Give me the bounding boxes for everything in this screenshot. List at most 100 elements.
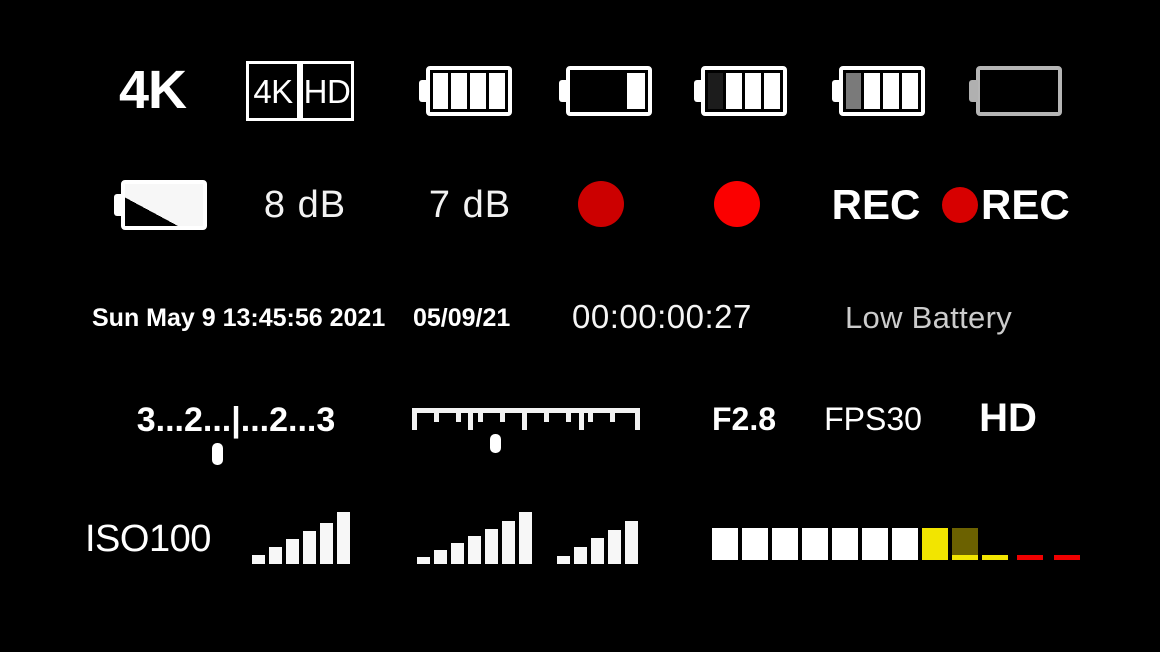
signal-bar	[591, 538, 604, 564]
battery-terminal	[968, 80, 978, 102]
battery-full-icon[interactable]	[415, 64, 515, 118]
battery-empty-icon[interactable]	[965, 64, 1065, 118]
boxed-badge-hd[interactable]: HD	[300, 61, 354, 121]
boxed-badge-4k[interactable]: 4K	[246, 61, 300, 121]
signal-bar	[303, 531, 316, 564]
record-dot-icon	[942, 187, 978, 223]
4k-hd-boxed-badge[interactable]: 4K HD	[244, 60, 356, 122]
signal-bar	[502, 521, 515, 564]
boxed-badge-hd-label: HD	[303, 72, 351, 110]
gain-8db-label: 8 dB	[263, 183, 347, 226]
signal-bar	[434, 550, 447, 564]
battery-diagonal-wedge	[124, 184, 203, 226]
signal-meter-5[interactable]	[557, 521, 638, 564]
signal-bar	[468, 536, 481, 564]
battery-segment	[901, 73, 918, 109]
focus-ruler[interactable]	[412, 408, 640, 453]
ruler-tick-minor	[456, 408, 461, 422]
rec-label[interactable]: REC	[828, 181, 924, 228]
battery-terminal	[831, 80, 841, 102]
ruler-tick-major	[522, 408, 527, 430]
ruler-tick-major	[579, 408, 584, 430]
battery-diagonal-fill-icon[interactable]	[110, 178, 210, 232]
battery-quarter-graphic	[558, 66, 652, 116]
battery-segment	[883, 73, 899, 109]
signal-bar	[252, 555, 265, 564]
battery-body	[838, 66, 925, 116]
battery-terminal	[418, 80, 428, 102]
hd-badge[interactable]: HD	[966, 393, 1050, 443]
signal-bar	[417, 557, 430, 564]
rec-dot-label[interactable]: REC	[942, 181, 1074, 228]
exposure-scale-wrap: 3...2...|...2...3	[136, 400, 336, 465]
low-battery-warning: Low Battery	[845, 297, 1045, 339]
exposure-scale-text: 3...2...|...2...3	[136, 400, 336, 439]
battery-terminal	[693, 80, 703, 102]
aperture[interactable]: F2.8	[696, 396, 792, 442]
record-dot-bright[interactable]	[714, 181, 760, 227]
signal-bar	[269, 547, 282, 564]
signal-bar	[286, 539, 299, 564]
battery-segment-gray	[845, 73, 862, 109]
rec-label-text: REC	[831, 181, 921, 228]
iso-label-text: ISO100	[85, 517, 211, 560]
low-battery-text: Low Battery	[845, 300, 1012, 335]
ruler-tick-minor	[478, 408, 483, 422]
ruler-tick-minor	[610, 408, 615, 422]
ruler-tick-major	[635, 408, 640, 430]
record-dot-dark-icon	[578, 181, 624, 227]
audio-meter-block	[862, 528, 888, 560]
signal-meter-6[interactable]	[252, 512, 350, 564]
battery-segment	[451, 73, 467, 109]
ruler-marker[interactable]	[490, 434, 501, 453]
battery-empty-graphic	[968, 66, 1062, 116]
signal-bar	[337, 512, 350, 564]
short-date: 05/09/21	[413, 300, 521, 336]
audio-meter-block	[832, 528, 858, 560]
aperture-label: F2.8	[711, 400, 777, 437]
iso-label[interactable]: ISO100	[85, 515, 223, 563]
signal-bar	[451, 543, 464, 564]
4k-badge[interactable]: 4K	[110, 58, 195, 122]
boxed-badge-4k-label: 4K	[253, 72, 293, 110]
battery-gray-first-graphic	[831, 66, 925, 116]
rec-dot-label-text: REC	[981, 181, 1070, 228]
audio-level-meter[interactable]	[712, 524, 1084, 560]
gain-7db[interactable]: 7 dB	[415, 180, 525, 230]
exposure-scale-marker[interactable]	[211, 442, 223, 465]
signal-bar	[519, 512, 532, 564]
ruler-tick-minor	[500, 408, 505, 422]
battery-quarter-icon[interactable]	[555, 64, 655, 118]
battery-three-quarters-icon[interactable]	[690, 64, 790, 118]
signal-bar	[557, 556, 570, 564]
ruler-tick-minor	[544, 408, 549, 422]
ruler-tick-major	[468, 408, 473, 430]
gain-8db[interactable]: 8 dB	[250, 180, 360, 230]
battery-body	[975, 66, 1062, 116]
battery-gray-first-icon[interactable]	[828, 64, 928, 118]
framerate[interactable]: FPS30	[812, 396, 934, 442]
exposure-scale[interactable]: 3...2...|...2...3	[132, 396, 340, 465]
battery-body	[425, 66, 512, 116]
record-dot-dark[interactable]	[578, 181, 624, 227]
camera-hud-canvas: 4K 4K HD 8 dB 7 dB REC REC Sun May 9 13:…	[0, 0, 1160, 652]
battery-segment	[864, 73, 880, 109]
ruler-tick-minor	[434, 408, 439, 422]
short-date-text: 05/09/21	[413, 303, 511, 332]
signal-meter-7[interactable]	[417, 512, 532, 564]
audio-meter-block	[892, 528, 918, 560]
ruler-tick-minor	[588, 408, 593, 422]
timecode: 00:00:00:27	[572, 296, 772, 338]
gain-7db-label: 7 dB	[428, 183, 512, 226]
audio-meter-block	[772, 528, 798, 560]
battery-body	[120, 180, 207, 230]
battery-segment	[627, 73, 645, 109]
audio-meter-block-olive	[952, 528, 978, 560]
battery-segment	[470, 73, 486, 109]
audio-meter-thin-yellow	[982, 555, 1008, 560]
battery-three-quarters-graphic	[693, 66, 787, 116]
signal-bar	[574, 547, 587, 564]
full-datetime: Sun May 9 13:45:56 2021	[92, 300, 385, 336]
battery-segment	[745, 73, 761, 109]
signal-bar	[320, 523, 333, 564]
